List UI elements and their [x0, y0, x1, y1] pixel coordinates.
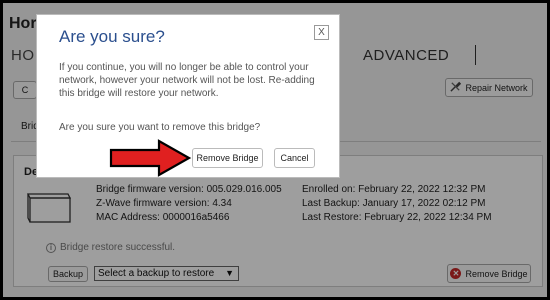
dialog-title: Are you sure?	[59, 27, 165, 46]
cancel-label: Cancel	[280, 153, 309, 163]
dialog-question: Are you sure you want to remove this bri…	[59, 122, 261, 133]
cancel-button[interactable]: Cancel	[274, 148, 315, 168]
close-icon[interactable]: X	[314, 25, 329, 40]
remove-bridge-label: Remove Bridge	[196, 153, 259, 163]
pointer-arrow-icon	[109, 139, 192, 177]
remove-bridge-button[interactable]: Remove Bridge	[192, 148, 263, 168]
dialog-body: If you continue, you will no longer be a…	[59, 62, 315, 99]
app-frame: Hor HO ADVANCED C Repair Network Brid De…	[3, 3, 547, 297]
